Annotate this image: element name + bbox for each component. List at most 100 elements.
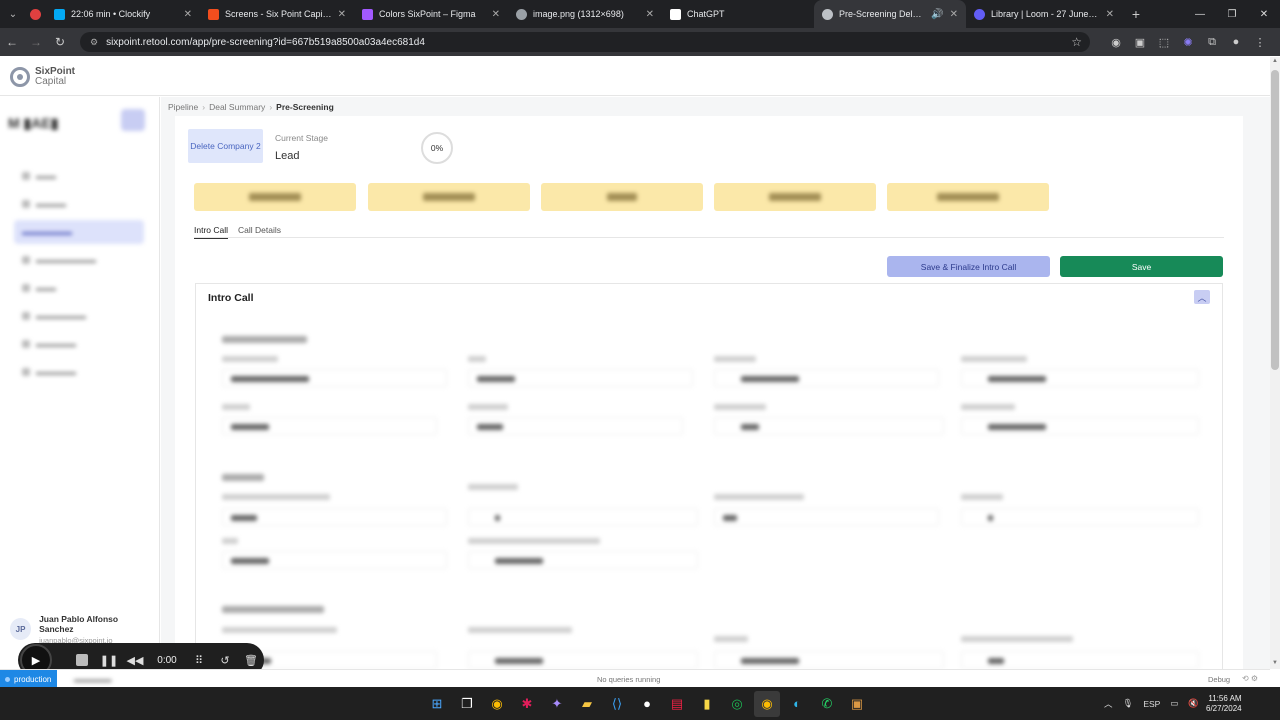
vscode-icon[interactable]: ⟨⟩ bbox=[604, 691, 630, 717]
reload-icon[interactable]: ↻ bbox=[48, 28, 72, 56]
sidebar-item[interactable]: ▬▬ bbox=[14, 276, 144, 300]
language-indicator[interactable]: ESP bbox=[1143, 699, 1160, 709]
sidebar-toggle-button[interactable] bbox=[121, 109, 145, 131]
browser-tab-screens[interactable]: Screens - Six Point Capital ✕ bbox=[200, 0, 354, 28]
close-tab-icon[interactable]: ✕ bbox=[184, 9, 192, 20]
audio-icon[interactable]: 🔊 bbox=[931, 9, 943, 20]
extension-icon[interactable]: ⬚ bbox=[1152, 36, 1176, 49]
profile-icon[interactable]: ● bbox=[1224, 36, 1248, 48]
obs-icon[interactable]: ● bbox=[634, 691, 660, 717]
close-window-icon[interactable]: ✕ bbox=[1248, 0, 1280, 28]
app-icon[interactable]: ▤ bbox=[664, 691, 690, 717]
windows-start-icon[interactable]: ⊞ bbox=[424, 691, 450, 717]
sidebar-item[interactable]: ▬▬ bbox=[14, 164, 144, 188]
site-info-icon[interactable]: ⚙ bbox=[90, 37, 98, 48]
taskbar-clock[interactable]: 11:56 AM 6/27/2024 bbox=[1206, 694, 1242, 714]
app-icon[interactable]: ✦ bbox=[544, 691, 570, 717]
save-finalize-button[interactable]: Save & Finalize Intro Call bbox=[887, 256, 1050, 277]
select-input[interactable] bbox=[468, 551, 698, 569]
close-tab-icon[interactable]: ✕ bbox=[950, 9, 958, 20]
scrollbar-thumb[interactable] bbox=[1271, 70, 1279, 370]
sidebar-item[interactable]: ▬▬▬▬▬▬ bbox=[14, 248, 144, 272]
close-tab-icon[interactable]: ✕ bbox=[646, 9, 654, 20]
sidebar-item[interactable]: ▬▬▬▬ bbox=[14, 332, 144, 356]
scroll-down-icon[interactable]: ▼ bbox=[1271, 660, 1279, 666]
extension-icon[interactable]: ✺ bbox=[1176, 36, 1200, 49]
puzzle-icon[interactable]: ⧉ bbox=[1200, 36, 1224, 49]
chrome-active-icon[interactable]: ◉ bbox=[754, 690, 780, 717]
date-input[interactable] bbox=[961, 369, 1199, 387]
user-profile[interactable]: JP Juan Pablo Alfonso Sanchez juanpablo@… bbox=[10, 614, 150, 645]
stage-step-button[interactable] bbox=[887, 183, 1049, 211]
debug-button[interactable]: Debug bbox=[1208, 675, 1230, 684]
microphone-icon[interactable]: 🎙 bbox=[1123, 698, 1134, 709]
forward-icon[interactable]: → bbox=[24, 28, 48, 56]
browser-tab-clockify[interactable]: 22:06 min • Clockify ✕ bbox=[46, 0, 200, 28]
stage-step-button[interactable] bbox=[541, 183, 703, 211]
stage-step-button[interactable] bbox=[368, 183, 530, 211]
browser-tab-loom[interactable]: Library | Loom - 27 June 2024 ✕ bbox=[966, 0, 1122, 28]
company-button[interactable]: Delete Company 2 bbox=[188, 129, 263, 163]
network-icon[interactable]: ▭ bbox=[1170, 698, 1178, 709]
volume-icon[interactable]: 🔇 bbox=[1188, 698, 1199, 709]
address-bar[interactable]: ⚙ sixpoint.retool.com/app/pre-screening?… bbox=[80, 32, 1090, 52]
edge-icon[interactable]: ◐ bbox=[784, 691, 810, 717]
browser-tab-prescreening[interactable]: Pre-Screening Delete Com 🔊 ✕ bbox=[814, 0, 966, 28]
slack-icon[interactable]: ✱ bbox=[514, 691, 540, 717]
sidebar-item[interactable]: ▬▬▬▬ bbox=[14, 360, 144, 384]
chevron-up-icon[interactable]: ︿ bbox=[1104, 698, 1113, 710]
file-explorer-icon[interactable]: ▰ bbox=[574, 691, 600, 717]
select-input[interactable] bbox=[222, 417, 437, 435]
save-button[interactable]: Save bbox=[1060, 256, 1223, 277]
select-input[interactable] bbox=[714, 651, 944, 669]
sidebar-item[interactable]: ▬▬▬ bbox=[14, 192, 144, 216]
tab-search-icon[interactable]: ⌄ bbox=[0, 0, 26, 28]
date-input[interactable] bbox=[714, 369, 939, 387]
select-input[interactable] bbox=[961, 651, 1199, 669]
form-input[interactable] bbox=[222, 369, 447, 387]
stop-icon[interactable] bbox=[76, 654, 88, 666]
close-tab-icon[interactable]: ✕ bbox=[492, 9, 500, 20]
minimize-icon[interactable]: — bbox=[1184, 0, 1216, 28]
select-input[interactable] bbox=[714, 417, 944, 435]
select-input[interactable] bbox=[961, 417, 1199, 435]
bookmark-star-icon[interactable]: ☆ bbox=[1071, 35, 1082, 49]
company-logo[interactable]: SixPoint Capital bbox=[10, 67, 75, 87]
scroll-up-icon[interactable]: ▲ bbox=[1271, 58, 1279, 64]
task-view-icon[interactable]: ❐ bbox=[454, 691, 480, 717]
avatar: JP bbox=[10, 618, 32, 640]
extension-icon[interactable]: ▣ bbox=[1128, 36, 1152, 49]
browser-tab-colors[interactable]: Colors SixPoint – Figma ✕ bbox=[354, 0, 508, 28]
chrome-icon[interactable]: ◉ bbox=[484, 691, 510, 717]
history-icon[interactable]: ⟲ ⚙ bbox=[1242, 674, 1258, 683]
new-tab-icon[interactable]: + bbox=[1122, 6, 1150, 22]
browser-tab-chatgpt[interactable]: ChatGPT bbox=[662, 0, 814, 28]
browser-tab-image[interactable]: image.png (1312×698) ✕ bbox=[508, 0, 662, 28]
extension-icon[interactable]: ◉ bbox=[1104, 36, 1128, 49]
sticky-notes-icon[interactable]: ▮ bbox=[694, 691, 720, 717]
select-input[interactable] bbox=[468, 651, 698, 669]
select-input[interactable] bbox=[468, 417, 683, 435]
number-input[interactable] bbox=[961, 508, 1199, 526]
breadcrumb-item[interactable]: Pipeline bbox=[168, 102, 198, 112]
stage-step-button[interactable] bbox=[194, 183, 356, 211]
app-icon[interactable]: ▣ bbox=[844, 691, 870, 717]
spotify-icon[interactable]: ◎ bbox=[724, 691, 750, 717]
breadcrumb-item[interactable]: Deal Summary bbox=[209, 102, 265, 112]
environment-badge[interactable]: production bbox=[0, 670, 57, 688]
form-input[interactable] bbox=[222, 508, 447, 526]
sidebar-item-selected[interactable]: ▬▬▬▬▬ bbox=[14, 220, 144, 244]
number-input[interactable] bbox=[468, 508, 698, 526]
sidebar-item[interactable]: ▬▬▬▬▬ bbox=[14, 304, 144, 328]
form-input[interactable] bbox=[468, 369, 693, 387]
form-input[interactable] bbox=[222, 551, 447, 569]
close-tab-icon[interactable]: ✕ bbox=[1106, 9, 1114, 20]
restore-icon[interactable]: ❐ bbox=[1216, 0, 1248, 28]
whatsapp-icon[interactable]: ✆ bbox=[814, 691, 840, 717]
back-icon[interactable]: ← bbox=[0, 28, 24, 56]
form-input[interactable] bbox=[714, 508, 939, 526]
menu-icon[interactable]: ⋮ bbox=[1248, 36, 1272, 49]
close-tab-icon[interactable]: ✕ bbox=[338, 9, 346, 20]
browser-tab[interactable] bbox=[26, 0, 46, 28]
stage-step-button[interactable] bbox=[714, 183, 876, 211]
